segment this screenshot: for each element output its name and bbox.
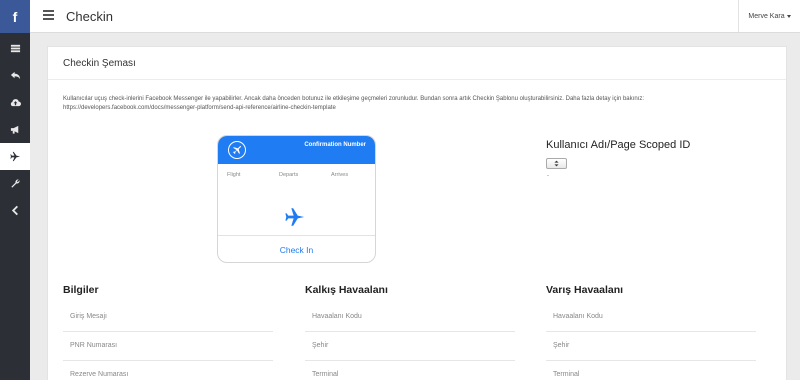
user-menu[interactable]: Merve Kara [738, 0, 800, 32]
sidebar: f [0, 0, 30, 380]
user-id-value: - [547, 173, 549, 179]
card-plane-badge [228, 141, 246, 159]
departure-airport-code-field[interactable]: Havaalanı Kodu [305, 303, 515, 332]
card-header: Confirmation Number [218, 136, 375, 164]
app-title: Checkin [66, 9, 113, 24]
sidebar-item-upload[interactable] [0, 89, 30, 116]
airplane-icon [285, 208, 305, 226]
departure-city-field[interactable]: Şehir [305, 332, 515, 361]
description-text: Kullanıcılar uçuş check-inlerini Faceboo… [63, 96, 644, 102]
facebook-logo[interactable]: f [0, 0, 30, 33]
user-id-title: Kullanıcı Adı/Page Scoped ID [546, 139, 691, 151]
plane-icon [232, 145, 242, 155]
plane-icon [9, 151, 20, 162]
sidebar-item-checkin[interactable] [0, 143, 30, 170]
arrival-airport-title: Varış Havaalanı [546, 284, 624, 296]
check-in-button[interactable]: Check In [218, 235, 375, 262]
wrench-icon [10, 179, 20, 188]
user-id-select[interactable] [546, 158, 567, 169]
checkin-preview-card: Confirmation Number Flight Departs Arriv… [217, 135, 376, 263]
pnr-number-field[interactable]: PNR Numarası [63, 332, 273, 361]
flight-label: Flight [227, 172, 241, 178]
departs-label: Departs [279, 172, 299, 178]
arrival-airport-column: Varış Havaalanı Havaalanı Kodu Şehir Ter… [546, 284, 756, 380]
arrival-terminal-field[interactable]: Terminal [546, 361, 756, 380]
sidebar-item-collapse[interactable] [0, 197, 30, 224]
checkin-panel: Checkin Şeması Kullanıcılar uçuş check-i… [47, 46, 787, 380]
sidebar-item-reply[interactable] [0, 62, 30, 89]
docs-link[interactable]: https://developers.facebook.com/docs/mes… [63, 104, 763, 113]
info-column: Bilgiler Giriş Mesajı PNR Numarası Rezer… [63, 284, 273, 380]
top-bar: Checkin Merve Kara [30, 0, 800, 33]
reply-icon [10, 71, 20, 80]
facebook-logo-text: f [12, 8, 18, 25]
caret-down-icon [786, 14, 791, 18]
bullhorn-icon [10, 125, 18, 134]
departure-airport-title: Kalkış Havaalanı [305, 284, 388, 296]
info-title: Bilgiler [63, 284, 99, 296]
sidebar-item-settings[interactable] [0, 170, 30, 197]
sidebar-item-list[interactable] [0, 35, 30, 62]
arrives-label: Arrives [331, 172, 349, 178]
user-name: Merve Kara [748, 12, 785, 20]
select-arrows-icon [554, 160, 559, 167]
chevron-left-icon [11, 205, 18, 216]
departure-terminal-field[interactable]: Terminal [305, 361, 515, 380]
confirmation-number-label: Confirmation Number [304, 142, 366, 148]
list-icon [10, 44, 20, 53]
arrival-city-field[interactable]: Şehir [546, 332, 756, 361]
description: Kullanıcılar uçuş check-inlerini Faceboo… [63, 95, 763, 113]
panel-title: Checkin Şeması [48, 47, 786, 80]
arrival-airport-code-field[interactable]: Havaalanı Kodu [546, 303, 756, 332]
departure-airport-column: Kalkış Havaalanı Havaalanı Kodu Şehir Te… [305, 284, 515, 380]
cloud-upload-icon [10, 99, 21, 107]
greeting-message-field[interactable]: Giriş Mesajı [63, 303, 273, 332]
sidebar-item-broadcast[interactable] [0, 116, 30, 143]
reservation-number-field[interactable]: Rezerve Numarası [63, 361, 273, 380]
card-columns: Flight Departs Arrives [218, 164, 375, 180]
hamburger-menu-icon[interactable] [43, 10, 54, 21]
